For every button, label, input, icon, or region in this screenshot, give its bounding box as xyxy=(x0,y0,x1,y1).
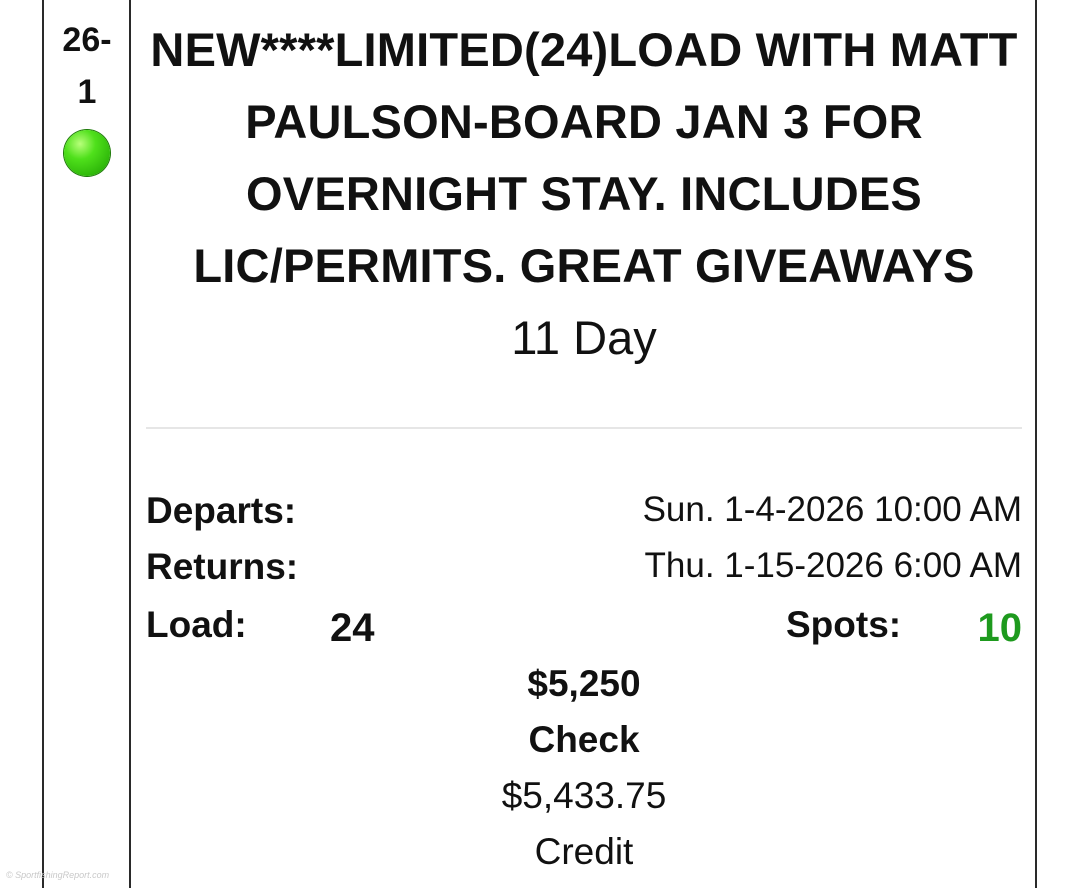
trip-id-column: 26- 1 xyxy=(44,0,130,176)
returns-row: Returns: Thu. 1-15-2026 6:00 AM xyxy=(146,546,1022,602)
returns-value: Thu. 1-15-2026 6:00 AM xyxy=(644,546,1022,585)
check-label: Check xyxy=(528,719,640,760)
watermark: © SportfishingReport.com xyxy=(6,870,110,880)
spots-value: 10 xyxy=(977,606,1023,650)
pricing: $5,250 Check $5,433.75 Credit xyxy=(146,656,1022,880)
section-divider xyxy=(146,427,1022,429)
returns-label: Returns: xyxy=(146,546,299,587)
status-indicator-icon xyxy=(64,130,110,176)
check-price: $5,250 xyxy=(527,663,641,704)
credit-label: Credit xyxy=(534,831,634,872)
trip-duration: 11 Day xyxy=(511,311,657,364)
credit-price: $5,433.75 xyxy=(501,775,667,816)
departs-row: Departs: Sun. 1-4-2026 10:00 AM xyxy=(146,490,1022,546)
right-border xyxy=(1035,0,1037,888)
trip-id: 26- 1 xyxy=(62,21,112,111)
spots-label: Spots: xyxy=(786,604,902,645)
load-value: 24 xyxy=(330,606,375,650)
trip-header: NEW****LIMITED(24)LOAD WITH MATT PAULSON… xyxy=(146,0,1022,374)
departs-value: Sun. 1-4-2026 10:00 AM xyxy=(642,490,1022,529)
load-spots-row: Load: 24 Spots: 10 xyxy=(146,604,1022,660)
trip-title[interactable]: NEW****LIMITED(24)LOAD WITH MATT PAULSON… xyxy=(146,14,1022,302)
load-label: Load: xyxy=(146,604,247,645)
departs-label: Departs: xyxy=(146,490,297,531)
trip-card: 26- 1 NEW****LIMITED(24)LOAD WITH MATT P… xyxy=(0,0,1080,888)
